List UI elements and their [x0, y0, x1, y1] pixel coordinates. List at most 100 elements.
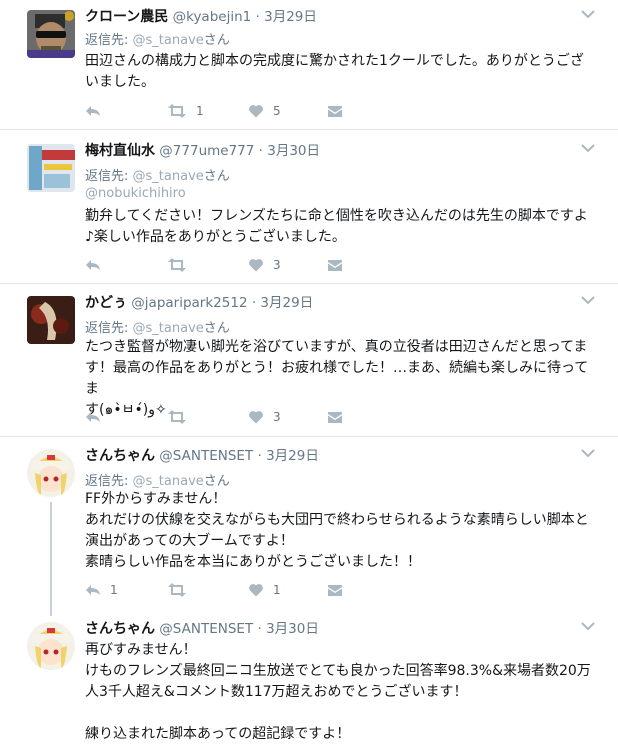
tweet-text: 勤弁してください！フレンズたちに命と個性を吹き込んだのは先生の脚本ですよ ♪楽し… — [85, 206, 595, 248]
retweet-button[interactable] — [167, 257, 187, 273]
display-name[interactable]: さんちゃん — [85, 448, 155, 464]
like-button[interactable]: 3 — [248, 409, 281, 425]
reply-to-label: 返信先: — [85, 474, 129, 489]
tweet-date[interactable]: 3月29日 — [264, 9, 317, 25]
tweet-date[interactable]: 3月30日 — [266, 621, 319, 637]
separator-dot: · — [255, 9, 260, 25]
retweet-icon — [168, 258, 186, 272]
like-button[interactable]: 3 — [248, 257, 281, 273]
like-button[interactable]: 5 — [248, 103, 281, 119]
reply-icon — [86, 412, 100, 422]
tweet-text-line: あれだけの伏線を交えながらも大団円で終わらせられるような素晴らしい脚本と — [85, 512, 589, 528]
reply-to-label: 返信先: — [85, 169, 129, 184]
retweet-icon — [168, 104, 186, 118]
mention-link[interactable]: @nobukichihiro — [85, 186, 186, 201]
reply-suffix: さん — [203, 321, 230, 336]
retweet-icon — [168, 583, 186, 597]
dm-button[interactable] — [327, 582, 343, 598]
separator-dot: · — [257, 448, 262, 464]
avatar[interactable] — [27, 296, 75, 344]
retweet-button[interactable] — [167, 582, 187, 598]
dm-button[interactable] — [327, 103, 343, 119]
reply-to-link[interactable]: @s_tanave — [133, 474, 204, 489]
display-name[interactable]: 梅村直仙水 — [85, 143, 155, 159]
envelope-icon — [328, 260, 342, 271]
chevron-down-icon[interactable] — [580, 620, 596, 632]
avatar[interactable] — [27, 144, 75, 192]
dm-button[interactable] — [327, 257, 343, 273]
tweet-text-line: FF外からすみません！ — [85, 491, 227, 507]
retweet-icon — [168, 410, 186, 424]
tweet-text-line: 人3千人超え&コメント数117万超えおめでとうございます！ — [85, 684, 468, 700]
like-count: 3 — [273, 410, 281, 424]
chevron-down-icon[interactable] — [580, 8, 596, 20]
reply-context: 返信先: @s_tanaveさん — [85, 29, 230, 48]
heart-icon — [249, 411, 263, 424]
reply-context: 返信先: @s_tanaveさん — [85, 470, 230, 489]
tweet-date[interactable]: 3月29日 — [260, 295, 313, 311]
retweet-count: 1 — [196, 104, 204, 118]
retweet-button[interactable] — [167, 409, 187, 425]
like-button[interactable]: 1 — [248, 582, 281, 598]
reply-context: 返信先: @s_tanaveさん — [85, 317, 230, 336]
envelope-icon — [328, 106, 342, 117]
tweet-text-line: 練り込まれた脚本あっての超記録ですよ！ — [85, 726, 351, 742]
display-name[interactable]: クローン農民 — [85, 9, 168, 25]
heart-icon — [249, 105, 263, 118]
reply-suffix: さん — [203, 474, 230, 489]
tweet[interactable]: 梅村直仙水 @777ume777 · 3月30日 返信先: @s_tanaveさ… — [0, 130, 618, 283]
user-handle[interactable]: @japaripark2512 — [131, 295, 247, 311]
reply-icon — [86, 585, 100, 595]
tweet-date[interactable]: 3月30日 — [267, 143, 320, 159]
avatar-image — [27, 622, 75, 670]
user-handle[interactable]: @SANTENSET — [159, 621, 253, 637]
avatar[interactable] — [27, 10, 75, 58]
tweet-text-line: 演出があっての大ブームですよ！ — [85, 533, 294, 549]
tweet-text-line: たつき監督が物凄い脚光を浴びていますが、真の立役者は田辺さんだと思ってま — [85, 339, 588, 355]
tweet-header: さんちゃん @SANTENSET · 3月30日 — [85, 620, 319, 638]
avatar[interactable] — [27, 622, 75, 670]
user-handle[interactable]: @SANTENSET — [159, 448, 253, 464]
reply-context: 返信先: @s_tanaveさん — [85, 165, 230, 184]
chevron-down-icon[interactable] — [580, 142, 596, 154]
reply-button[interactable] — [85, 103, 101, 119]
reply-button[interactable] — [85, 409, 101, 425]
tweet-text-line: 勤弁してください！フレンズたちに命と個性を吹き込んだのは先生の脚本ですよ — [85, 208, 588, 224]
separator-dot: · — [258, 143, 263, 159]
tweet-header: 梅村直仙水 @777ume777 · 3月30日 — [85, 142, 320, 160]
chevron-down-icon[interactable] — [580, 447, 596, 459]
separator-dot: · — [257, 621, 262, 637]
reply-to-link[interactable]: @s_tanave — [133, 33, 204, 48]
tweet[interactable]: かどぅ @japaripark2512 · 3月29日 返信先: @s_tana… — [0, 284, 618, 436]
display-name[interactable]: かどぅ — [85, 295, 127, 311]
action-bar: 1 5 — [85, 103, 385, 119]
tweet-text-line: けものフレンズ最終回ニコ生放送でとても良かった回答率98.3%&来場者数20万 — [85, 663, 591, 679]
tweet-text-line: す！最高の作品をありがとう！お疲れ様でした！…まあ、続編も楽しみに待ってま — [85, 360, 589, 397]
tweet-date[interactable]: 3月29日 — [266, 448, 319, 464]
user-handle[interactable]: @kyabejin1 — [173, 9, 252, 25]
reply-button[interactable]: 1 — [85, 582, 118, 598]
envelope-icon — [328, 412, 342, 423]
tweet[interactable]: さんちゃん @SANTENSET · 3月30日 再びすみません！ けものフレン… — [0, 612, 618, 750]
display-name[interactable]: さんちゃん — [85, 621, 155, 637]
reply-to-label: 返信先: — [85, 33, 129, 48]
like-count: 1 — [273, 583, 281, 597]
reply-to-link[interactable]: @s_tanave — [133, 321, 204, 336]
reply-count: 1 — [110, 583, 118, 597]
chevron-down-icon[interactable] — [580, 294, 596, 306]
avatar[interactable] — [27, 449, 75, 497]
mention-line: @nobukichihiro — [85, 186, 186, 201]
tweet[interactable]: クローン農民 @kyabejin1 · 3月29日 返信先: @s_tanave… — [0, 0, 618, 129]
user-handle[interactable]: @777ume777 — [159, 143, 254, 159]
tweet-text-line: 田辺さんの構成力と脚本の完成度に驚かされた1クールでした。ありがとうござ — [85, 53, 584, 69]
tweet[interactable]: さんちゃん @SANTENSET · 3月29日 返信先: @s_tanaveさ… — [0, 437, 618, 612]
dm-button[interactable] — [327, 409, 343, 425]
reply-button[interactable] — [85, 257, 101, 273]
envelope-icon — [328, 585, 342, 596]
action-bar: 3 — [85, 257, 385, 273]
tweet-text-line: ♪楽しい作品をありがとうございました。 — [85, 229, 346, 245]
tweet-header: クローン農民 @kyabejin1 · 3月29日 — [85, 8, 317, 26]
reply-to-link[interactable]: @s_tanave — [133, 169, 204, 184]
tweet-text: FF外からすみません！ あれだけの伏線を交えながらも大団円で終わらせられるような… — [85, 489, 595, 573]
retweet-button[interactable]: 1 — [167, 103, 204, 119]
